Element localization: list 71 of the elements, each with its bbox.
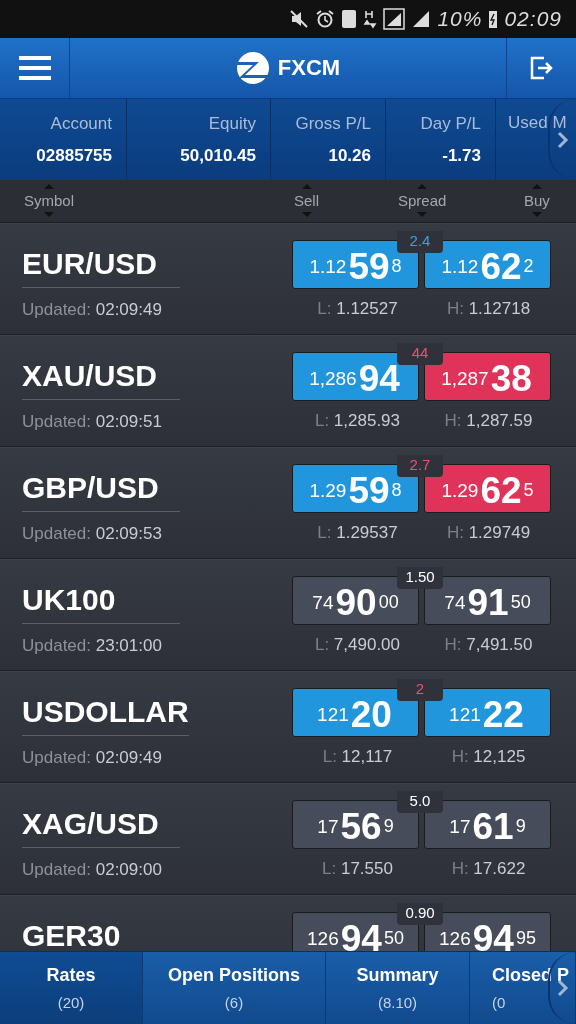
spread-badge: 2 <box>397 679 443 701</box>
account-label: Account <box>50 113 112 134</box>
tab[interactable]: Rates (20) <box>0 952 143 1024</box>
column-header[interactable]: Sell <box>294 183 319 218</box>
high-price: H: 1,287.59 <box>443 411 534 431</box>
account-label: Used M <box>508 113 567 133</box>
logo-icon <box>235 51 270 85</box>
tab[interactable]: Open Positions (6) <box>143 952 326 1024</box>
app-title: FXCM <box>277 55 341 81</box>
high-price: H: 1.12718 <box>445 299 532 319</box>
sort-icon <box>43 183 55 189</box>
clock-time: 02:09 <box>504 7 562 31</box>
sort-icon <box>530 183 543 189</box>
updated-time: Updated: 02:09:49 <box>22 300 162 320</box>
spread-badge: 2.4 <box>397 231 443 253</box>
spread-badge: 1.50 <box>397 567 443 589</box>
mute-icon <box>289 9 310 29</box>
chevron-right-icon <box>557 979 569 997</box>
high-price: H: 17.622 <box>450 859 527 879</box>
updated-time: Updated: 02:09:51 <box>22 412 162 432</box>
updated-time: Updated: 02:09:49 <box>22 748 162 768</box>
low-price: L: 1,285.93 <box>313 411 402 431</box>
sort-icon <box>43 212 55 218</box>
symbol-name: XAG/USD <box>22 807 180 848</box>
high-price: H: 7,491.50 <box>443 635 534 655</box>
data-icon <box>363 9 378 29</box>
low-price: L: 1.12527 <box>316 299 399 319</box>
symbol-name: EUR/USD <box>22 247 180 288</box>
spread-badge: 2.7 <box>397 455 443 477</box>
low-price: L: 7,490.00 <box>313 635 402 655</box>
account-label: Gross P/L <box>295 113 371 134</box>
spread-badge: 0.90 <box>397 903 443 925</box>
sort-icon <box>300 212 313 218</box>
low-price: L: 12,117 <box>321 747 394 767</box>
account-value: 02885755 <box>36 145 112 166</box>
spread-badge: 44 <box>397 343 443 365</box>
signal-icon <box>411 9 432 29</box>
updated-time: Updated: 02:09:53 <box>22 524 162 544</box>
symbol-name: XAU/USD <box>22 359 180 400</box>
account-value: -1.73 <box>442 145 481 166</box>
battery-percent: 10% <box>437 7 483 31</box>
updated-time: Updated: 23:01:00 <box>22 636 162 656</box>
chevron-right-icon <box>557 130 569 149</box>
signal-icon <box>383 8 406 30</box>
logout-icon <box>528 55 555 81</box>
sort-icon <box>530 212 543 218</box>
spread-badge: 5.0 <box>397 791 443 813</box>
alarm-icon <box>315 9 336 29</box>
account-value: 50,010.45 <box>180 145 256 166</box>
high-price: H: 1.29749 <box>445 523 532 543</box>
sort-icon <box>416 183 429 189</box>
updated-time: Updated: 02:09:00 <box>22 860 162 880</box>
column-header[interactable]: Spread <box>398 183 447 218</box>
tab[interactable]: Summary (8.10) <box>326 952 470 1024</box>
tab[interactable]: Closed P (0 <box>470 952 576 1024</box>
column-header[interactable]: Symbol <box>24 183 75 218</box>
high-price: H: 12,125 <box>450 747 527 767</box>
account-label: Equity <box>208 113 256 134</box>
account-label: Day P/L <box>420 113 481 134</box>
symbol-name: GBP/USD <box>22 471 180 512</box>
symbol-name: UK100 <box>22 583 180 624</box>
menu-icon <box>18 55 51 81</box>
low-price: L: 17.550 <box>321 859 394 879</box>
sort-icon <box>416 212 429 218</box>
symbol-name: USDOLLAR <box>22 695 189 736</box>
column-header[interactable]: Buy <box>524 183 550 218</box>
battery-icon <box>488 9 499 29</box>
sort-icon <box>300 183 313 189</box>
low-price: L: 1.29537 <box>316 523 399 543</box>
account-value: 10.26 <box>328 145 371 166</box>
sim-icon <box>341 9 358 29</box>
